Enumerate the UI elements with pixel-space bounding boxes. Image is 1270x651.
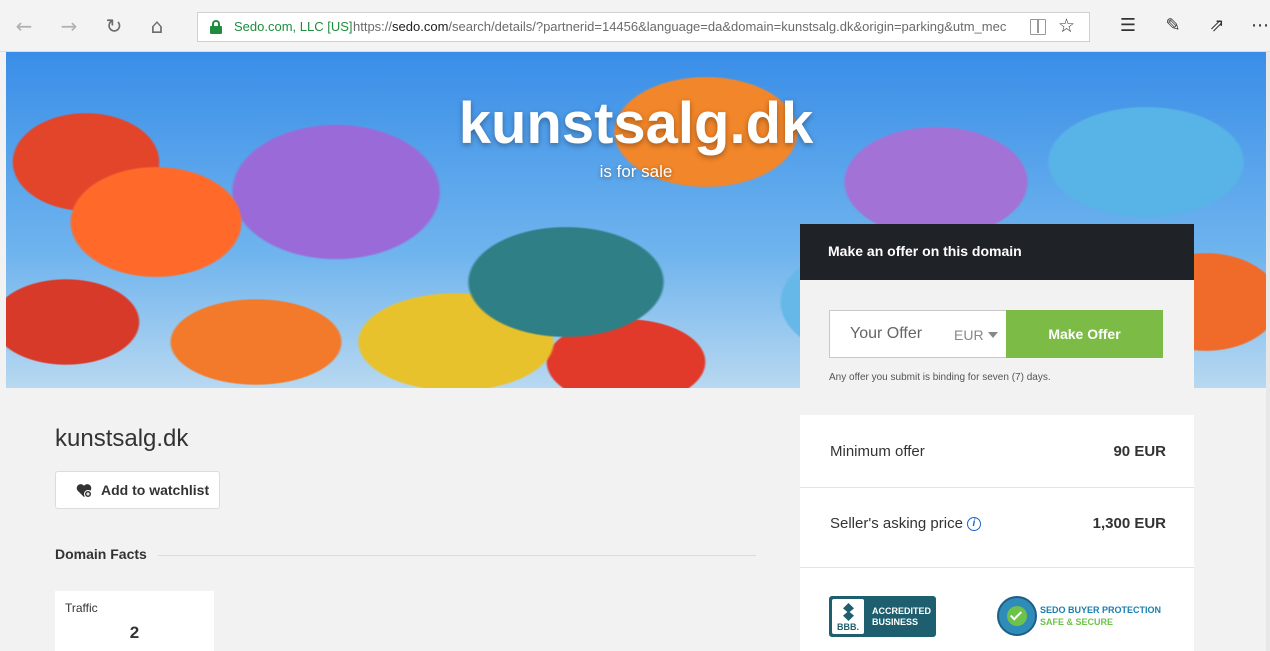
buyer-protection-seal-icon[interactable]	[997, 596, 1037, 636]
asking-price-label-wrap: Seller's asking price i	[830, 515, 981, 532]
make-offer-button[interactable]: Make Offer	[1006, 310, 1163, 358]
heart-icon	[76, 483, 92, 498]
back-icon[interactable]: ←	[12, 14, 36, 38]
traffic-label: Traffic	[65, 601, 98, 615]
hero-subtitle: is for sale	[599, 162, 673, 181]
offer-placeholder: Your Offer	[850, 325, 923, 342]
refresh-icon[interactable]: ↻	[102, 14, 126, 38]
forward-icon[interactable]: →	[57, 14, 81, 38]
offer-panel: Make an offer on this domain Your Offer …	[800, 224, 1194, 651]
favorites-hub-icon[interactable]: ☰	[1115, 14, 1141, 38]
address-bar[interactable]: Sedo.com, LLC [US] https://sedo.com/sear…	[197, 12, 1090, 42]
more-icon[interactable]: ⋯	[1247, 14, 1270, 38]
offer-form: Your Offer EUR Make Offer Any offer you …	[800, 280, 1194, 415]
offer-amount-input[interactable]: Your Offer EUR	[829, 310, 1007, 358]
info-icon[interactable]: i	[966, 517, 981, 532]
chevron-down-icon[interactable]	[988, 332, 998, 338]
favorite-star-icon[interactable]: ☆	[1058, 15, 1075, 37]
offer-header-text: Make an offer on this domain	[828, 243, 1022, 259]
minimum-offer-value: 90 EUR	[1113, 443, 1166, 460]
pen-icon[interactable]: ✎	[1160, 14, 1186, 38]
share-icon[interactable]: ⇗	[1204, 14, 1230, 38]
traffic-card: Traffic 2	[55, 591, 214, 651]
divider	[158, 555, 756, 556]
asking-price-label: Seller's asking price	[830, 515, 963, 532]
browser-toolbar: ← → ↻ ⌂ Sedo.com, LLC [US] https://sedo.…	[0, 0, 1270, 52]
watchlist-label: Add to watchlist	[101, 482, 210, 498]
hero-title: kunstsalg.dk	[458, 91, 814, 156]
url-text[interactable]: https://sedo.com/search/details/?partner…	[353, 19, 1018, 34]
bbb-label: ACCREDITED BUSINESS	[872, 606, 932, 627]
certificate-label[interactable]: Sedo.com, LLC [US]	[234, 19, 353, 34]
offer-header: Make an offer on this domain	[800, 224, 1194, 280]
add-to-watchlist-button[interactable]: Add to watchlist	[55, 471, 220, 509]
buyer-protection-label: SEDO BUYER PROTECTION SAFE & SECURE	[1040, 605, 1162, 627]
home-icon[interactable]: ⌂	[145, 14, 169, 38]
domain-facts-heading: Domain Facts	[55, 546, 147, 562]
reading-view-icon[interactable]	[1030, 19, 1046, 35]
asking-price-row: Seller's asking price i 1,300 EUR	[800, 488, 1194, 568]
lock-icon	[210, 20, 222, 34]
scrollbar[interactable]	[1266, 52, 1270, 651]
minimum-offer-label: Minimum offer	[830, 443, 925, 460]
bbb-accredited-badge[interactable]: BBB. ACCREDITED BUSINESS	[829, 596, 936, 637]
currency-select[interactable]: EUR	[954, 327, 984, 343]
binding-note: Any offer you submit is binding for seve…	[829, 372, 1051, 383]
traffic-value: 2	[129, 623, 140, 642]
asking-price-value: 1,300 EUR	[1092, 515, 1166, 532]
domain-title: kunstsalg.dk	[55, 425, 189, 452]
bbb-logo-icon: BBB.	[832, 599, 864, 634]
minimum-offer-row: Minimum offer 90 EUR	[800, 415, 1194, 488]
